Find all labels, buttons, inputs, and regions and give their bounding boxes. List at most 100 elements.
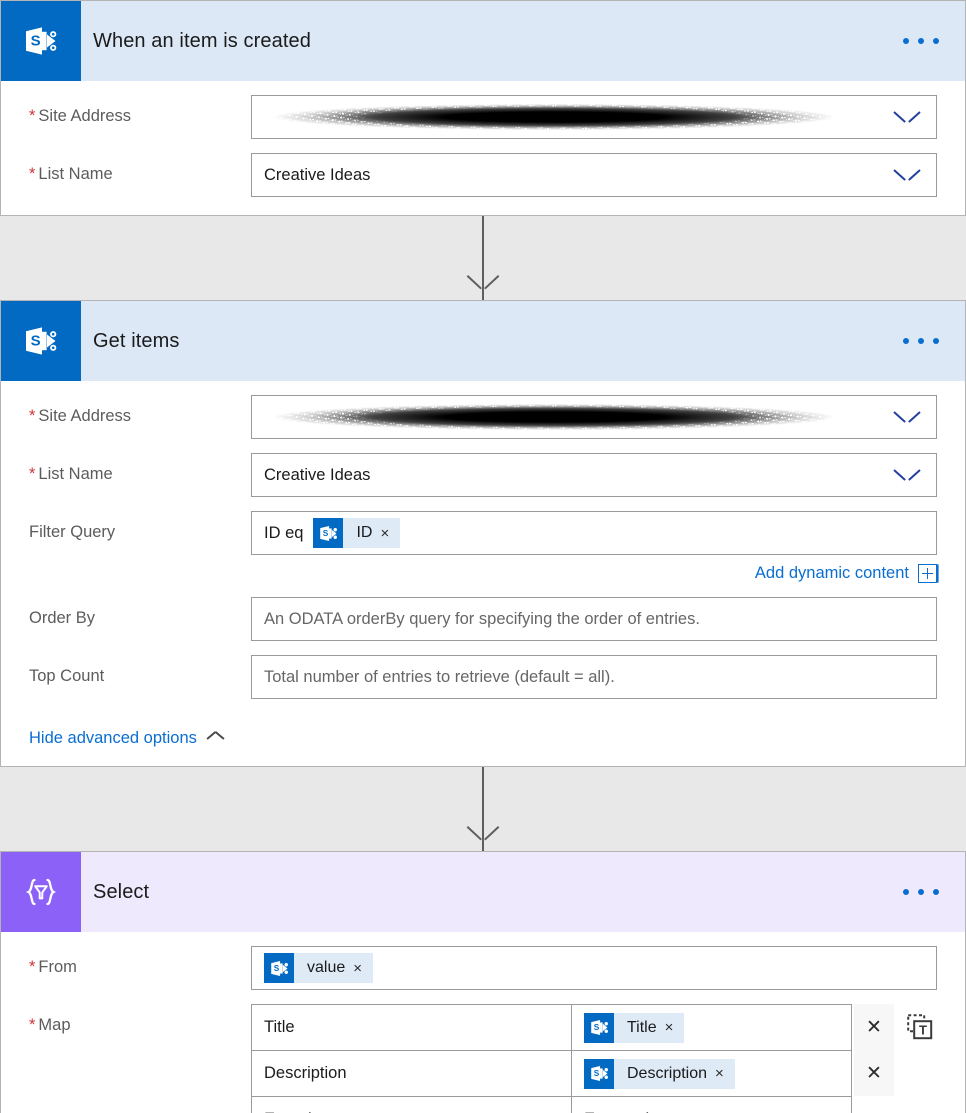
table-row[interactable]: Title S <box>252 1005 852 1051</box>
field-row-site-address: *Site Address <box>29 395 937 439</box>
order-by-input[interactable]: An ODATA orderBy query for specifying th… <box>251 597 937 641</box>
top-count-input[interactable]: Total number of entries to retrieve (def… <box>251 655 937 699</box>
action-card-select[interactable]: Select *From S <box>0 851 966 1113</box>
add-dynamic-content-icon[interactable] <box>918 564 937 583</box>
chevron-down-icon[interactable] <box>894 468 920 482</box>
remove-token-icon[interactable]: × <box>664 1020 685 1035</box>
field-label: Filter Query <box>29 511 251 543</box>
token-label: ID <box>343 524 379 542</box>
field-label: *Site Address <box>29 395 251 427</box>
remove-token-icon[interactable]: × <box>714 1066 735 1081</box>
svg-text:S: S <box>593 1069 599 1078</box>
field-label: *Site Address <box>29 95 251 127</box>
map-value-cell[interactable]: S Description × <box>572 1051 852 1097</box>
token-label: Description <box>614 1065 714 1083</box>
chevron-up-icon <box>207 734 224 744</box>
table-row[interactable]: Enter key Enter value <box>252 1097 852 1113</box>
required-asterisk: * <box>29 1016 35 1034</box>
action-body: *Site Address *List Name Creative Ideas <box>1 81 965 215</box>
list-name-input[interactable]: Creative Ideas <box>251 453 937 497</box>
filter-query-text: ID eq <box>264 524 303 543</box>
required-asterisk: * <box>29 107 35 125</box>
field-row-map: *Map Title <box>29 1004 937 1113</box>
add-dynamic-content-link[interactable]: Add dynamic content <box>755 564 909 583</box>
spacer <box>852 1096 894 1113</box>
chevron-down-icon[interactable] <box>894 410 920 424</box>
required-asterisk: * <box>29 465 35 483</box>
list-name-input[interactable]: Creative Ideas <box>251 153 937 197</box>
flow-connector <box>0 216 966 300</box>
remove-token-icon[interactable]: × <box>352 961 373 976</box>
hide-advanced-options-label: Hide advanced options <box>29 729 197 748</box>
svg-text:S: S <box>593 1023 599 1032</box>
hide-advanced-options-button[interactable]: Hide advanced options <box>29 729 224 748</box>
more-options-button[interactable] <box>899 330 943 352</box>
map-value-cell[interactable]: S Title × <box>572 1005 852 1051</box>
action-header[interactable]: S Get items <box>1 301 965 381</box>
site-address-input[interactable] <box>251 395 937 439</box>
delete-map-row-button[interactable]: ✕ <box>854 1050 894 1096</box>
action-title: Get items <box>81 330 179 353</box>
action-title: When an item is created <box>81 30 311 53</box>
action-body: *From S <box>1 932 965 1113</box>
map-table: Title S <box>251 1004 852 1113</box>
field-label: *From <box>29 946 251 978</box>
remove-token-icon[interactable]: × <box>379 526 400 541</box>
more-options-button[interactable] <box>899 881 943 903</box>
table-row[interactable]: Description S <box>252 1051 852 1097</box>
svg-text:S: S <box>31 333 41 350</box>
data-operation-select-icon <box>1 852 81 932</box>
filter-query-input[interactable]: ID eq S <box>251 511 937 555</box>
list-name-value: Creative Ideas <box>264 466 370 485</box>
field-row-from: *From S <box>29 946 937 990</box>
map-key-cell[interactable]: Title <box>252 1005 572 1051</box>
field-label: *Map <box>29 1004 251 1036</box>
add-dynamic-content-row: Add dynamic content <box>251 564 937 583</box>
list-name-value: Creative Ideas <box>264 166 370 185</box>
field-label: Top Count <box>29 655 251 687</box>
action-header[interactable]: Select <box>1 852 965 932</box>
svg-text:S: S <box>31 33 41 50</box>
dynamic-token-title[interactable]: S Title × <box>584 1013 684 1043</box>
action-body: *Site Address *List Name Creative Ideas <box>1 381 965 766</box>
chevron-down-icon[interactable] <box>894 168 920 182</box>
redacted-value <box>264 404 844 430</box>
field-row-order-by: Order By An ODATA orderBy query for spec… <box>29 597 937 641</box>
field-row-list-name: *List Name Creative Ideas <box>29 153 937 197</box>
dynamic-token-value[interactable]: S value × <box>264 953 373 983</box>
action-header[interactable]: S When an item is created <box>1 1 965 81</box>
chevron-down-icon[interactable] <box>894 110 920 124</box>
required-asterisk: * <box>29 165 35 183</box>
sharepoint-icon: S <box>584 1013 614 1043</box>
field-row-top-count: Top Count Total number of entries to ret… <box>29 655 937 699</box>
sharepoint-icon: S <box>264 953 294 983</box>
site-address-input[interactable] <box>251 95 937 139</box>
map-value-cell-empty[interactable]: Enter value <box>572 1097 852 1113</box>
flow-canvas: S When an item is created *Site Address <box>0 0 966 1113</box>
from-input[interactable]: S value × <box>251 946 937 990</box>
sharepoint-icon: S <box>584 1059 614 1089</box>
map-row-actions: ✕ ✕ <box>852 1004 894 1113</box>
svg-text:T: T <box>919 1022 927 1037</box>
required-asterisk: * <box>29 958 35 976</box>
action-card-get-items[interactable]: S Get items *Site Address <box>0 300 966 767</box>
map-key-cell[interactable]: Description <box>252 1051 572 1097</box>
dynamic-token-description[interactable]: S Description × <box>584 1059 735 1089</box>
field-row-filter-query: Filter Query ID eq S <box>29 511 937 583</box>
top-count-placeholder: Total number of entries to retrieve (def… <box>264 668 615 687</box>
map-key-cell-empty[interactable]: Enter key <box>252 1097 572 1113</box>
switch-to-text-mode-icon[interactable]: T <box>904 1010 937 1044</box>
action-title: Select <box>81 881 149 904</box>
token-label: Title <box>614 1019 664 1037</box>
delete-map-row-button[interactable]: ✕ <box>854 1004 894 1050</box>
svg-text:S: S <box>273 964 279 973</box>
action-card-trigger[interactable]: S When an item is created *Site Address <box>0 0 966 216</box>
token-label: value <box>294 959 352 977</box>
sharepoint-icon: S <box>1 301 81 381</box>
more-options-button[interactable] <box>899 30 943 52</box>
required-asterisk: * <box>29 407 35 425</box>
arrow-down-icon <box>468 275 498 292</box>
arrow-down-icon <box>468 826 498 843</box>
dynamic-token-id[interactable]: S ID × <box>313 518 400 548</box>
order-by-placeholder: An ODATA orderBy query for specifying th… <box>264 610 700 629</box>
